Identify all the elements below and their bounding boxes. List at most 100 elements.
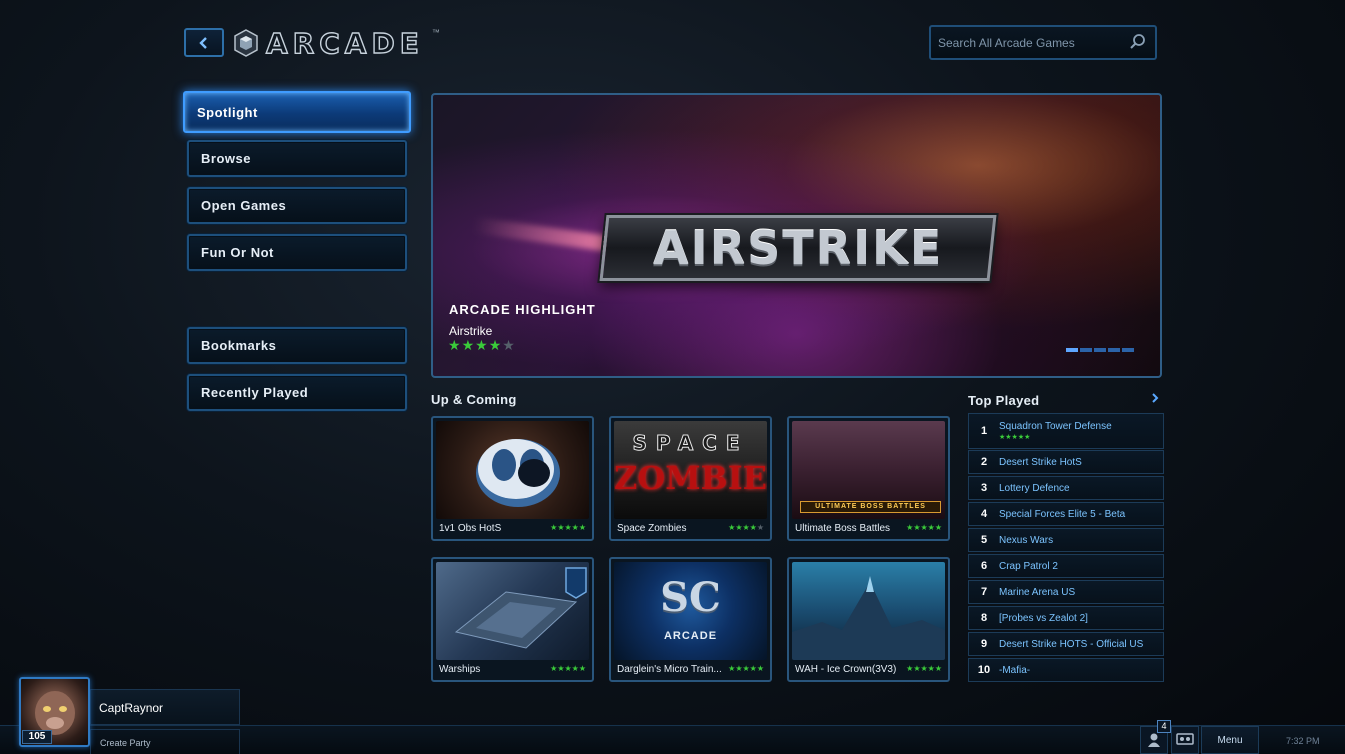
nav-label: Spotlight xyxy=(197,104,258,120)
rank: 8 xyxy=(980,612,988,624)
card-art-text: ZOMBIES xyxy=(614,459,767,497)
card-title: 1v1 Obs HotS xyxy=(439,523,502,534)
game-card[interactable]: ULTIMATE BOSS BATTLES Ultimate Boss Batt… xyxy=(787,416,950,541)
arcade-logo: ARCADE ™ xyxy=(234,26,440,60)
game-card[interactable]: WAH - Ice Crown(3V3) ★★★★★ xyxy=(787,557,950,682)
pager-dot[interactable] xyxy=(1122,348,1134,352)
card-rating: ★★★★★ xyxy=(906,664,942,673)
top-played-row[interactable]: 3 Lottery Defence xyxy=(968,476,1164,500)
rank: 5 xyxy=(980,534,988,546)
nav-spotlight[interactable]: Spotlight xyxy=(183,91,411,133)
back-button[interactable] xyxy=(184,28,224,57)
card-art-space-zombies: SPACE ZOMBIES xyxy=(614,421,767,519)
friends-count-badge: 4 xyxy=(1157,720,1171,733)
nav-bookmarks[interactable]: Bookmarks xyxy=(187,327,407,364)
banner-pager[interactable] xyxy=(1066,348,1134,352)
person-icon xyxy=(1148,733,1160,747)
star-icon: ★ xyxy=(475,337,488,353)
card-rating: ★★★★★ xyxy=(550,664,586,673)
card-title: Ultimate Boss Battles xyxy=(795,523,891,534)
nav-label: Bookmarks xyxy=(201,338,277,353)
game-name: Crap Patrol 2 xyxy=(999,560,1058,572)
card-art-text: ARCADE xyxy=(663,630,718,642)
top-played-row[interactable]: 1 Squadron Tower Defense ★★★★★ xyxy=(968,413,1164,449)
search-input[interactable] xyxy=(938,34,1122,52)
star-icon: ★ xyxy=(448,337,461,353)
top-played-row[interactable]: 7 Marine Arena US xyxy=(968,580,1164,604)
top-played-title: Top Played xyxy=(968,393,1040,408)
logo-trademark: ™ xyxy=(431,28,440,37)
top-played-row[interactable]: 5 Nexus Wars xyxy=(968,528,1164,552)
banner-tag: ARCADE HIGHLIGHT xyxy=(449,302,596,317)
star-icon: ★ xyxy=(461,337,475,353)
nav-label: Browse xyxy=(201,151,251,166)
rank: 6 xyxy=(980,560,988,572)
card-title: Space Zombies xyxy=(617,523,687,534)
nav-label: Open Games xyxy=(201,198,287,213)
nav-browse[interactable]: Browse xyxy=(187,140,407,177)
rank: 9 xyxy=(980,638,988,650)
card-art-sc-arcade: SC ARCADE xyxy=(614,562,767,660)
card-art-text: SPACE xyxy=(632,431,749,456)
rank: 7 xyxy=(980,586,988,598)
top-played-row[interactable]: 10 -Mafia- xyxy=(968,658,1164,682)
search-icon[interactable] xyxy=(1129,33,1147,51)
card-art-ice-crown xyxy=(792,562,945,660)
pager-dot[interactable] xyxy=(1066,348,1078,352)
card-rating: ★★★★★ xyxy=(906,523,942,532)
rank: 10 xyxy=(977,664,991,676)
game-card[interactable]: Warships ★★★★★ xyxy=(431,557,594,682)
card-art-warships xyxy=(436,562,589,660)
game-card[interactable]: 1v1 Obs HotS ★★★★★ xyxy=(431,416,594,541)
chat-icon xyxy=(1176,733,1194,745)
up-coming-title: Up & Coming xyxy=(431,392,517,407)
sc-logo-icon: SC xyxy=(660,574,721,621)
arcade-emblem-icon xyxy=(234,29,258,57)
top-played-row[interactable]: 2 Desert Strike HotS xyxy=(968,450,1164,474)
game-name: Lottery Defence xyxy=(999,482,1070,494)
top-played-row[interactable]: 8 [Probes vs Zealot 2] xyxy=(968,606,1164,630)
spotlight-banner[interactable]: AIRSTRIKE ARCADE HIGHLIGHT Airstrike ★ ★… xyxy=(431,93,1162,378)
logo-title: ARCADE xyxy=(265,26,424,60)
card-title: Warships xyxy=(439,664,481,675)
card-rating: ★★★★★ xyxy=(550,523,586,532)
nav-label: Recently Played xyxy=(201,385,309,400)
top-played-row[interactable]: 6 Crap Patrol 2 xyxy=(968,554,1164,578)
pager-dot[interactable] xyxy=(1094,348,1106,352)
banner-game-name[interactable]: Airstrike xyxy=(449,324,492,338)
chevron-left-icon xyxy=(199,36,207,49)
create-party-button[interactable]: Create Party xyxy=(90,729,240,754)
clock: 7:32 PM xyxy=(1286,736,1320,746)
banner-rating: ★ ★ ★ ★ ★ xyxy=(448,338,515,352)
nav-recently-played[interactable]: Recently Played xyxy=(187,374,407,411)
nav-fun-or-not[interactable]: Fun Or Not xyxy=(187,234,407,271)
search-box[interactable] xyxy=(929,25,1157,60)
card-title: Darglein's Micro Train... xyxy=(617,664,722,675)
menu-button[interactable]: Menu xyxy=(1201,726,1259,754)
nav-open-games[interactable]: Open Games xyxy=(187,187,407,224)
star-icon: ★ xyxy=(488,337,502,353)
top-played-row[interactable]: 9 Desert Strike HOTS - Official US xyxy=(968,632,1164,656)
ice-crown-icon xyxy=(792,576,945,660)
card-rating: ★★★★★ xyxy=(728,664,764,673)
game-name: Nexus Wars xyxy=(999,534,1054,546)
game-name: [Probes vs Zealot 2] xyxy=(999,612,1088,624)
chevron-right-icon[interactable] xyxy=(1150,392,1160,404)
social-button[interactable] xyxy=(1171,726,1199,754)
rank: 2 xyxy=(980,456,988,468)
pager-dot[interactable] xyxy=(1080,348,1092,352)
player-name[interactable]: CaptRaynor xyxy=(99,701,163,715)
game-name: Desert Strike HOTS - Official US xyxy=(999,638,1144,650)
nav-label: Fun Or Not xyxy=(201,245,274,260)
rank: 1 xyxy=(980,425,988,437)
game-card[interactable]: SC ARCADE Darglein's Micro Train... ★★★★… xyxy=(609,557,772,682)
pager-dot[interactable] xyxy=(1108,348,1120,352)
top-played-row[interactable]: 4 Special Forces Elite 5 - Beta xyxy=(968,502,1164,526)
game-name: Marine Arena US xyxy=(999,586,1076,598)
rank: 3 xyxy=(980,482,988,494)
rank: 4 xyxy=(980,508,988,520)
warship-icon xyxy=(454,567,587,649)
game-name: Squadron Tower Defense xyxy=(999,421,1112,432)
card-rating: ★★★★★ xyxy=(728,523,764,532)
game-card[interactable]: SPACE ZOMBIES Space Zombies ★★★★★ xyxy=(609,416,772,541)
